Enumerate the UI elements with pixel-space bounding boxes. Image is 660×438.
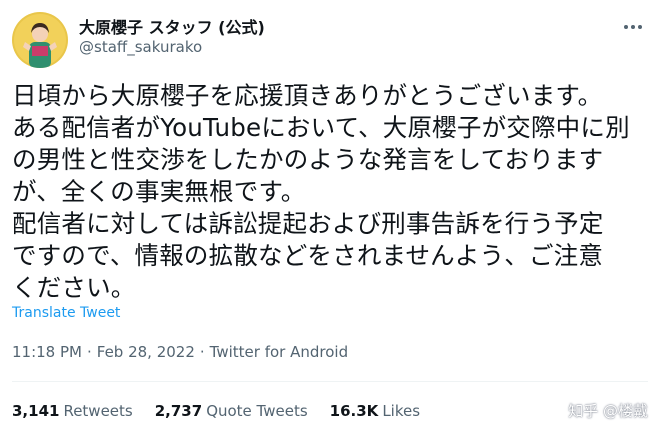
- avatar[interactable]: [12, 12, 68, 68]
- tweet-text-line: 配信者に対しては訴訟提起および刑事告訴を行う予定: [12, 209, 604, 238]
- divider: [12, 381, 648, 382]
- more-options-button[interactable]: [620, 14, 646, 40]
- tweet-text-line: 日頃から大原櫻子を応援頂きありがとうございます。: [12, 81, 603, 110]
- retweets-stat[interactable]: 3,141 Retweets: [12, 402, 133, 420]
- tweet-text-line: ください。: [12, 273, 136, 302]
- translate-tweet-link[interactable]: Translate Tweet: [12, 305, 120, 321]
- retweets-count: 3,141: [12, 402, 60, 420]
- tweet-meta: 11:18 PM · Feb 28, 2022 · Twitter for Androi…: [12, 343, 348, 361]
- tweet-source[interactable]: Twitter for Android: [210, 343, 348, 361]
- more-dots-icon: [624, 25, 642, 29]
- meta-separator: ·: [86, 343, 92, 361]
- likes-label: Likes: [382, 402, 421, 420]
- tweet-text-line: ある配信者がYouTubeにおいて、大原櫻子が交際中に別: [12, 113, 630, 142]
- quote-tweets-label: Quote Tweets: [206, 402, 308, 420]
- avatar-image: [12, 12, 68, 68]
- watermark: 知乎 @楼戴: [568, 400, 648, 421]
- tweet-text-line: が、全くの事実無根です。: [12, 177, 306, 206]
- tweet-stats: 3,141 Retweets 2,737 Quote Tweets 16.3K Lik…: [12, 402, 420, 420]
- display-name[interactable]: 大原櫻子 スタッフ (公式): [79, 14, 265, 38]
- likes-count: 16.3K: [329, 402, 379, 420]
- likes-stat[interactable]: 16.3K Likes: [330, 402, 420, 420]
- user-handle[interactable]: @staff_sakurako: [79, 38, 202, 56]
- tweet-date[interactable]: Feb 28, 2022: [97, 343, 195, 361]
- meta-separator: ·: [199, 343, 205, 361]
- tweet-text-line: ですので、情報の拡散などをされませんよう、ご注意: [12, 241, 604, 270]
- quote-tweets-count: 2,737: [154, 402, 203, 420]
- watermark-text: 知乎 @楼戴: [568, 402, 648, 420]
- tweet-card[interactable]: 大原櫻子 スタッフ (公式) @staff_sakurako 日頃から大原櫻子を…: [0, 0, 660, 438]
- retweets-label: Retweets: [63, 402, 133, 420]
- tweet-time[interactable]: 11:18 PM: [12, 343, 82, 361]
- tweet-text: 日頃から大原櫻子を応援頂きありがとうございます。 ある配信者がYouTubeにお…: [12, 80, 652, 304]
- quote-tweets-stat[interactable]: 2,737 Quote Tweets: [155, 402, 308, 420]
- tweet-text-line: の男性と性交渉をしたかのような発言をしております: [12, 145, 604, 174]
